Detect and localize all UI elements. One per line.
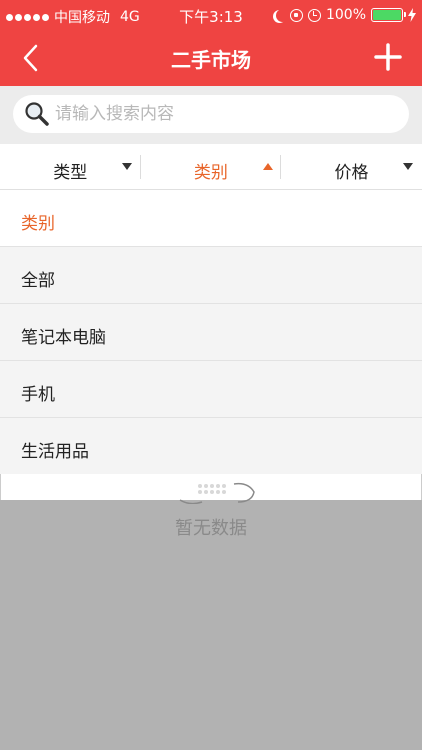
filter-tab-label: 价格 xyxy=(334,163,369,183)
page-title: 二手市场 xyxy=(171,48,251,72)
empty-box-icon xyxy=(179,482,255,504)
dropdown-header: 类别 xyxy=(0,190,422,246)
moon-icon xyxy=(276,9,289,22)
empty-state-text: 暂无数据 xyxy=(175,518,247,539)
rotation-lock-icon xyxy=(289,8,303,22)
search-area xyxy=(0,86,422,144)
option-label: 笔记本电脑 xyxy=(21,328,106,348)
search-box[interactable] xyxy=(13,95,409,133)
dropdown-header-label: 类别 xyxy=(21,214,55,234)
app-header: 中国移动 4G 下午3:13 100% 二手市场 xyxy=(0,0,422,86)
status-bar-right: 100% xyxy=(272,7,416,23)
option-label: 手机 xyxy=(21,385,55,405)
filter-tab-label: 类型 xyxy=(53,163,88,183)
battery-icon xyxy=(371,8,406,22)
filter-bar: 类型 类别 价格 xyxy=(0,144,422,190)
plus-icon xyxy=(374,43,402,71)
caret-up-icon xyxy=(262,163,273,170)
dropdown-option-all[interactable]: 全部 xyxy=(0,246,422,303)
filter-tab-type[interactable]: 类型 xyxy=(0,144,141,190)
option-label: 生活用品 xyxy=(21,442,89,462)
battery-percent: 100% xyxy=(325,7,366,23)
filter-tab-price[interactable]: 价格 xyxy=(281,144,422,190)
filter-tab-category[interactable]: 类别 xyxy=(141,144,282,190)
empty-state: 暂无数据 xyxy=(0,474,422,554)
charging-bolt-icon xyxy=(408,8,416,22)
search-input[interactable] xyxy=(55,104,385,124)
status-bar: 中国移动 4G 下午3:13 100% xyxy=(0,0,422,30)
option-label: 全部 xyxy=(21,271,55,291)
dropdown-option-daily-goods[interactable]: 生活用品 xyxy=(0,417,422,474)
dropdown-option-laptop[interactable]: 笔记本电脑 xyxy=(0,303,422,360)
navigation-bar: 二手市场 xyxy=(0,30,422,86)
filter-tab-label: 类别 xyxy=(193,163,228,183)
dropdown-option-phone[interactable]: 手机 xyxy=(0,360,422,417)
category-dropdown: 类别 全部 笔记本电脑 手机 生活用品 xyxy=(0,190,422,474)
add-button[interactable] xyxy=(370,39,406,75)
caret-down-icon xyxy=(403,163,414,170)
caret-down-icon xyxy=(122,163,132,170)
search-icon xyxy=(25,102,49,126)
alarm-icon xyxy=(307,8,321,22)
